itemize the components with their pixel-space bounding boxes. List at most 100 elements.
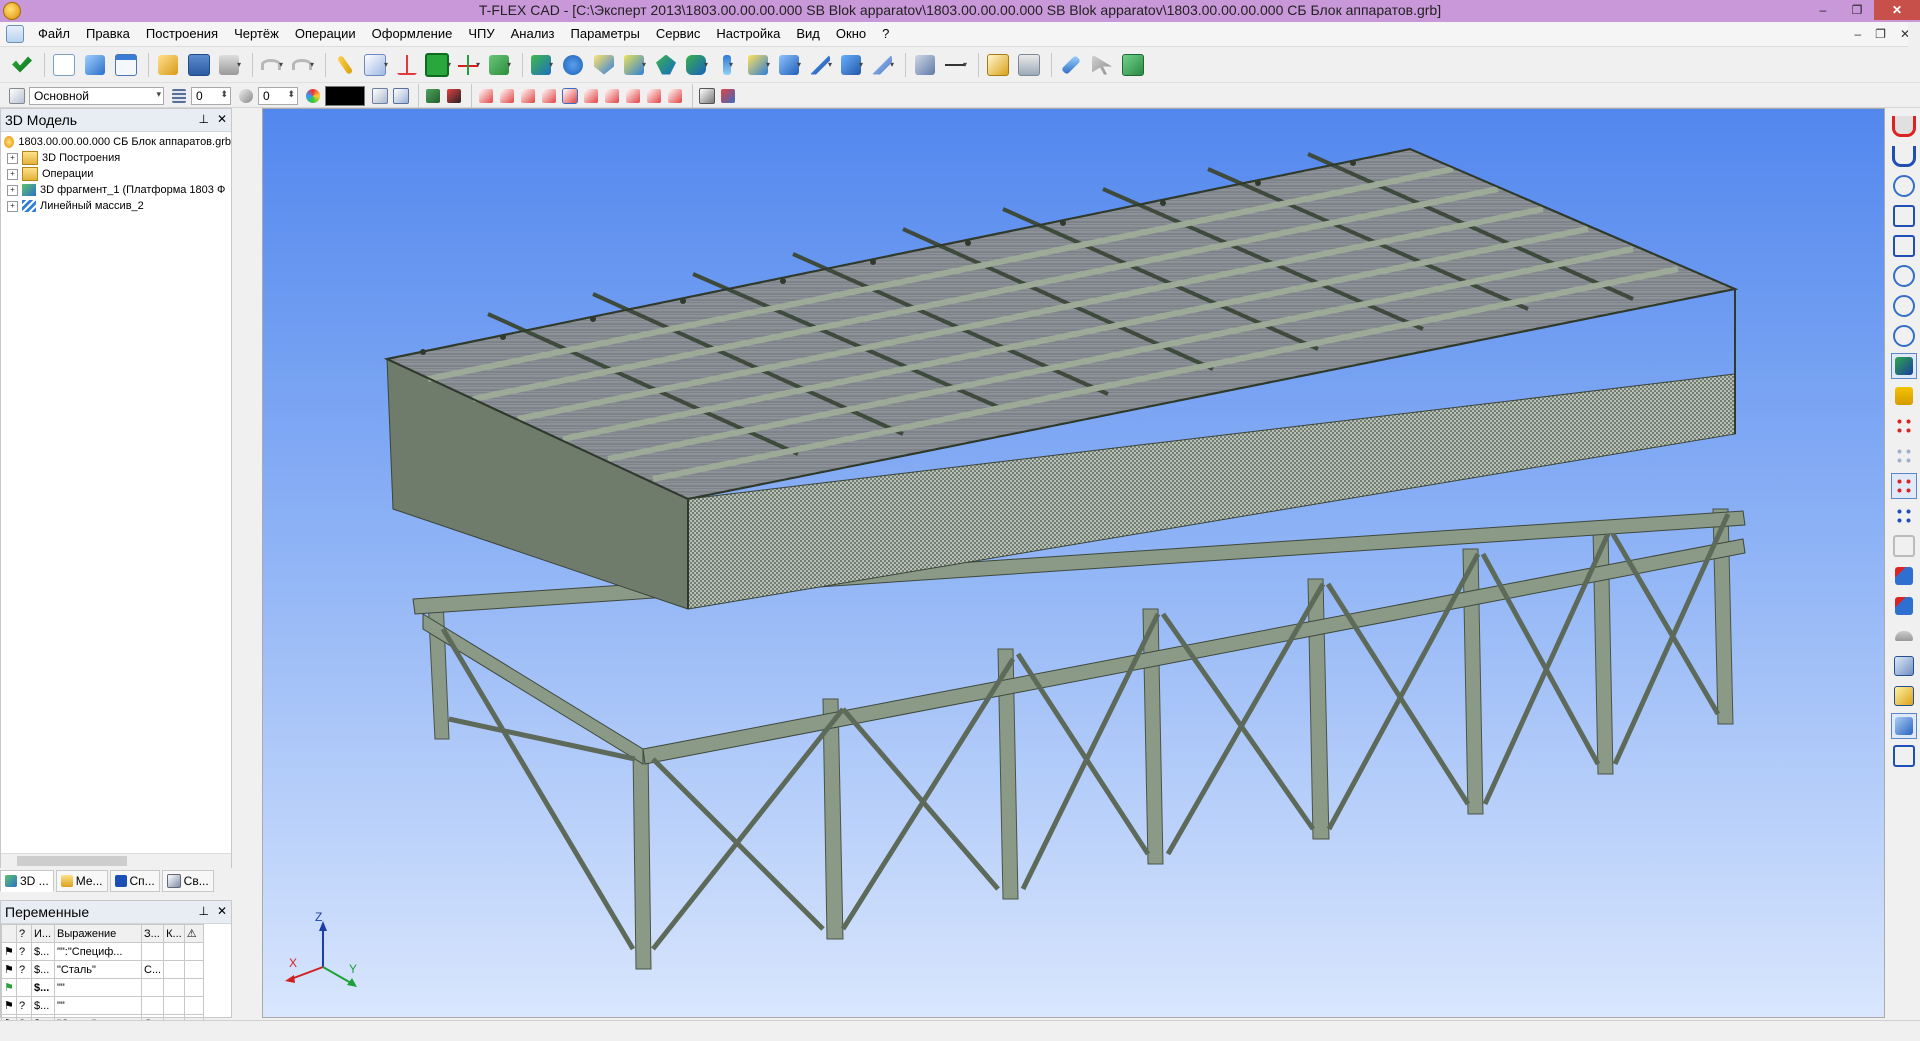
coord-icon[interactable]: ▾ [455,51,483,79]
blend-icon[interactable]: ▾ [745,51,773,79]
snap-list-icon[interactable] [392,87,410,105]
tree-item-3d-fragment[interactable]: + 3D фрагмент_1 (Платформа 1803 Ф [1,182,231,198]
extrude-icon[interactable]: ▾ [528,51,556,79]
tree-item-operations[interactable]: + Операции [1,166,231,182]
snap-a-icon[interactable] [424,87,442,105]
expand-icon[interactable]: + [7,200,18,212]
cube-icon[interactable] [81,51,109,79]
section-icon[interactable]: ▾ [838,51,866,79]
scroll-thumb[interactable] [17,856,127,866]
cube-render-icon[interactable] [1891,713,1917,739]
chamfer-icon[interactable]: ▾ [869,51,897,79]
table-row[interactable]: ⚑ ? $... "":"Специф... [1,942,204,961]
magnet-check-icon[interactable] [1892,144,1916,168]
menu-service[interactable]: Сервис [648,22,709,46]
cube-front-icon[interactable] [1892,654,1916,678]
menu-file[interactable]: Файл [30,22,78,46]
dimension-icon[interactable]: ▾ [942,51,970,79]
copy-icon[interactable] [1892,534,1916,558]
node-icon[interactable] [1892,414,1916,438]
table-row[interactable]: ⚑ $... "" [1,978,204,997]
3d-model-canvas[interactable]: Z X Y [263,109,1885,1018]
hat-icon[interactable] [1892,624,1916,648]
snap-e-icon[interactable] [519,87,537,105]
new-doc-icon[interactable] [50,51,78,79]
snap-i-icon[interactable] [603,87,621,105]
zoom-prev-icon[interactable] [1892,324,1916,348]
shield-icon[interactable] [590,51,618,79]
expand-icon[interactable]: + [7,152,18,164]
node3-icon[interactable] [1892,504,1916,528]
color-swatch[interactable] [325,85,365,106]
mdi-minimize-button[interactable]: – [1854,22,1861,46]
menu-help[interactable]: ? [874,22,897,46]
menu-window[interactable]: Окно [828,22,874,46]
zoom-out-icon[interactable] [1892,294,1916,318]
priority-combo[interactable]: 0 ⬍ [258,86,298,105]
column-header[interactable]: З... [140,924,165,943]
3d-viewport[interactable]: Z X Y [262,108,1885,1018]
shell-icon[interactable]: ▾ [714,51,742,79]
snap-h-icon[interactable] [582,87,600,105]
column-header[interactable]: ? [16,924,32,943]
tree-root[interactable]: 1803.00.00.00.000 СБ Блок аппаратов.grb [1,134,231,150]
redo-icon[interactable]: ▾ [289,51,317,79]
report-icon[interactable] [984,51,1012,79]
save-icon[interactable] [185,51,213,79]
column-header[interactable]: И... [31,924,55,943]
table-row[interactable]: ⚑ ? $... "" [1,996,204,1015]
magnet-icon[interactable] [1892,114,1916,138]
snap-n-icon[interactable] [719,87,737,105]
fit-icon[interactable] [1892,234,1916,258]
tab-properties[interactable]: Св... [161,870,214,892]
cell[interactable]: "" [54,996,142,1015]
menu-view[interactable]: Вид [788,22,828,46]
snap-k-icon[interactable] [645,87,663,105]
menu-parameters[interactable]: Параметры [563,22,648,46]
sweep-icon[interactable] [652,51,680,79]
menu-operations[interactable]: Операции [287,22,364,46]
level-combo[interactable]: 0 ⬍ [191,86,231,105]
snap-icon[interactable] [1891,353,1917,379]
snap-b-icon[interactable] [445,87,463,105]
menu-cnc[interactable]: ЧПУ [460,22,502,46]
menu-edit[interactable]: Правка [78,22,138,46]
undo-icon[interactable]: ▾ [258,51,286,79]
tab-3d-model[interactable]: 3D ... [0,870,54,892]
mdi-restore-button[interactable]: ❐ [1875,22,1886,46]
tree-item-3d-constructions[interactable]: + 3D Построения [1,150,231,166]
label-icon[interactable] [1892,384,1916,408]
pencil-icon[interactable] [331,51,359,79]
cube-iso-icon[interactable] [1892,684,1916,708]
close-icon[interactable]: ✕ [217,904,227,918]
tab-help[interactable]: Сп... [109,870,160,892]
expand-icon[interactable]: + [7,168,18,180]
snap-l-icon[interactable] [666,87,684,105]
close-icon[interactable]: ✕ [217,112,227,126]
cut-icon[interactable]: ▾ [807,51,835,79]
link-icon[interactable] [1057,51,1085,79]
document-icon[interactable] [6,25,24,43]
node-active-icon[interactable] [1891,473,1917,499]
pin-icon[interactable]: ⊥ [198,904,208,918]
select-icon[interactable] [1088,51,1116,79]
rotate-icon[interactable] [559,51,587,79]
column-header[interactable]: ⚠ [183,924,204,943]
snap-g-icon[interactable] [561,87,579,105]
menu-analysis[interactable]: Анализ [503,22,563,46]
zoom-in-icon[interactable] [1892,264,1916,288]
box-icon[interactable]: ▾ [486,51,514,79]
group-icon[interactable] [1119,51,1147,79]
menu-drawing[interactable]: Чертёж [226,22,287,46]
green-tool-icon[interactable]: ▾ [424,51,452,79]
zoom-window-icon[interactable] [1892,174,1916,198]
zoom-extents-icon[interactable] [1892,204,1916,228]
column-header[interactable] [1,924,17,943]
menu-annotation[interactable]: Оформление [364,22,461,46]
close-button[interactable]: ✕ [1874,0,1920,20]
snap-c-icon[interactable] [477,87,495,105]
window-icon[interactable] [112,51,140,79]
measure-icon[interactable] [911,51,939,79]
maximize-button[interactable]: ❐ [1840,0,1874,20]
palette-icon[interactable] [304,87,322,105]
